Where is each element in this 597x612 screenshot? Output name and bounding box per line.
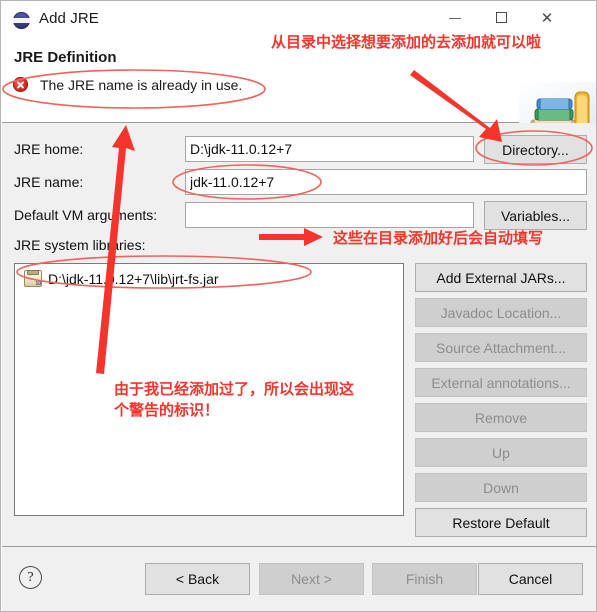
list-item-label: D:\jdk-11.0.12+7\lib\jrt-fs.jar — [48, 270, 219, 287]
side-button-external-annotations: External annotations... — [415, 368, 587, 397]
side-button-down: Down — [415, 473, 587, 502]
footer-button-back[interactable]: < Back — [145, 563, 250, 595]
list-item[interactable]: D:\jdk-11.0.12+7\lib\jrt-fs.jar — [24, 270, 219, 287]
window-title: Add JRE — [39, 10, 99, 27]
footer-button-cancel[interactable]: Cancel — [478, 563, 583, 595]
footer-button-next: Next > — [259, 563, 364, 595]
vm-arguments-label: Default VM arguments: — [14, 207, 158, 223]
side-button-up: Up — [415, 438, 587, 467]
title-bar: Add JRE ✕ — [1, 1, 596, 41]
side-button-source-attachment: Source Attachment... — [415, 333, 587, 362]
error-message: The JRE name is already in use. — [40, 77, 243, 93]
minimize-button[interactable] — [432, 1, 478, 35]
help-icon[interactable]: ? — [19, 566, 42, 589]
side-button-javadoc-location: Javadoc Location... — [415, 298, 587, 327]
page-title: JRE Definition — [14, 49, 117, 66]
close-icon: ✕ — [540, 9, 554, 27]
side-button-remove: Remove — [415, 403, 587, 432]
error-icon — [13, 77, 28, 92]
jar-file-icon — [24, 270, 42, 287]
dialog-content: JRE home: Directory... JRE name: Default… — [2, 123, 596, 546]
vm-arguments-input[interactable] — [185, 202, 474, 228]
jre-home-label: JRE home: — [14, 141, 84, 157]
minimize-icon — [449, 18, 461, 19]
jre-name-label: JRE name: — [14, 174, 84, 190]
jre-home-input[interactable] — [185, 136, 474, 162]
maximize-button[interactable] — [478, 1, 524, 35]
dialog-header: JRE Definition The JRE name is already i… — [2, 41, 596, 144]
dialog-footer: ? < Back Next > Finish Cancel — [2, 546, 596, 611]
jre-name-input[interactable] — [185, 169, 587, 195]
eclipse-jre-icon — [13, 12, 30, 29]
side-button-restore-default[interactable]: Restore Default — [415, 508, 587, 537]
close-button[interactable]: ✕ — [524, 1, 570, 35]
variables-button[interactable]: Variables... — [484, 201, 587, 230]
system-libraries-list[interactable]: D:\jdk-11.0.12+7\lib\jrt-fs.jar — [14, 263, 404, 516]
system-libraries-label: JRE system libraries: — [14, 237, 146, 253]
maximize-icon — [496, 12, 507, 23]
directory-button[interactable]: Directory... — [484, 135, 587, 164]
footer-button-finish: Finish — [372, 563, 477, 595]
side-button-add-external-jars[interactable]: Add External JARs... — [415, 263, 587, 292]
add-jre-dialog: Add JRE ✕ JRE Definition The JRE name is… — [0, 0, 597, 612]
